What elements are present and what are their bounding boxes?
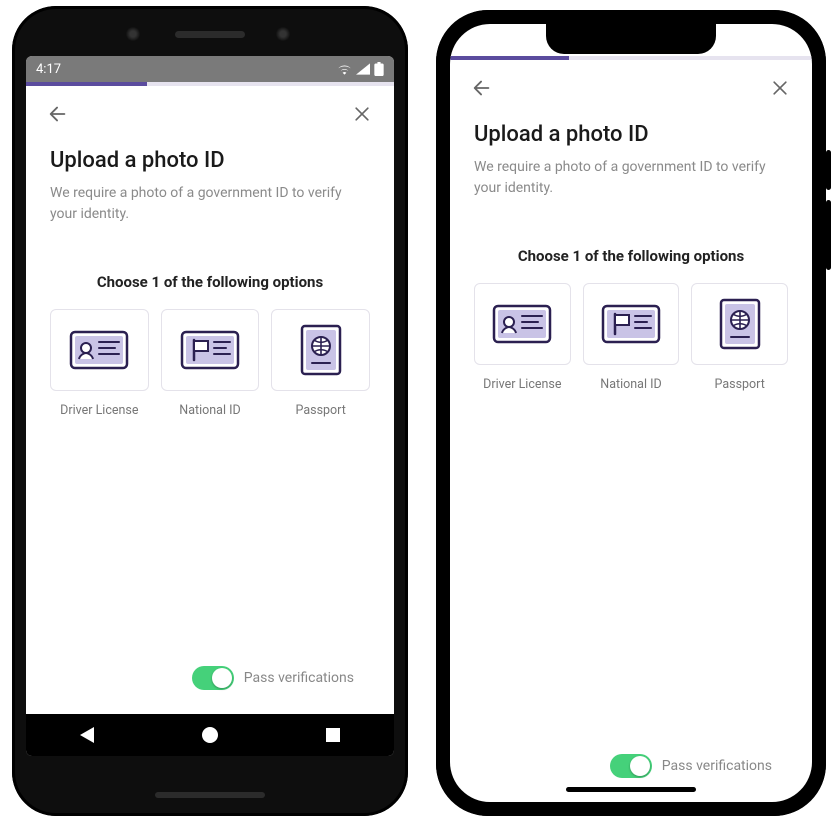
- option-passport[interactable]: Passport: [271, 309, 370, 418]
- option-national-id[interactable]: National ID: [583, 283, 680, 392]
- close-button[interactable]: [348, 100, 376, 128]
- android-device-frame: 4:17 Upload a photo ID: [12, 6, 408, 816]
- pass-verifications-toggle[interactable]: [192, 666, 234, 690]
- toggle-row: Pass verifications: [50, 646, 370, 714]
- toggle-label: Pass verifications: [662, 758, 772, 774]
- android-nav-bar: [26, 714, 394, 756]
- page-subtitle: We require a photo of a government ID to…: [50, 183, 370, 225]
- option-driver-license[interactable]: Driver License: [50, 309, 149, 418]
- id-card-icon: [492, 302, 552, 346]
- option-national-id[interactable]: National ID: [161, 309, 260, 418]
- pass-verifications-toggle[interactable]: [610, 754, 652, 778]
- option-label: Passport: [691, 377, 788, 392]
- main-content: Upload a photo ID We require a photo of …: [450, 106, 812, 802]
- status-time: 4:17: [36, 62, 61, 77]
- toggle-knob: [212, 668, 232, 688]
- camera-icon: [276, 27, 290, 41]
- passport-icon: [718, 297, 762, 351]
- option-driver-license[interactable]: Driver License: [474, 283, 571, 392]
- home-indicator[interactable]: [566, 787, 696, 792]
- section-label: Choose 1 of the following options: [474, 247, 788, 265]
- page-title: Upload a photo ID: [474, 122, 788, 147]
- speaker-grille: [175, 31, 245, 38]
- option-label: Passport: [271, 403, 370, 418]
- speaker-grille: [155, 792, 265, 798]
- toggle-label: Pass verifications: [244, 670, 354, 686]
- option-tile: [691, 283, 788, 365]
- battery-icon: [374, 62, 384, 76]
- arrow-left-icon: [471, 77, 493, 99]
- option-label: Driver License: [474, 377, 571, 392]
- back-button[interactable]: [44, 100, 72, 128]
- option-tile: [161, 309, 260, 391]
- signal-icon: [356, 63, 370, 75]
- status-bar: 4:17: [26, 56, 394, 82]
- toggle-knob: [630, 756, 650, 776]
- main-content: Upload a photo ID We require a photo of …: [26, 132, 394, 714]
- option-label: National ID: [583, 377, 680, 392]
- close-icon: [770, 78, 790, 98]
- back-button[interactable]: [468, 74, 496, 102]
- option-tile: [271, 309, 370, 391]
- id-card-icon: [69, 328, 129, 372]
- nav-recents-icon[interactable]: [326, 728, 340, 742]
- option-tile: [50, 309, 149, 391]
- close-button[interactable]: [766, 74, 794, 102]
- ios-device-frame: Upload a photo ID We require a photo of …: [436, 10, 826, 816]
- page-title: Upload a photo ID: [50, 148, 370, 173]
- flag-card-icon: [601, 302, 661, 346]
- arrow-left-icon: [47, 103, 69, 125]
- android-screen: 4:17 Upload a photo ID: [26, 56, 394, 756]
- camera-icon: [126, 27, 140, 41]
- options-row: Driver License: [50, 309, 370, 418]
- nav-home-icon[interactable]: [202, 727, 218, 743]
- side-button: [826, 150, 831, 190]
- ios-screen: Upload a photo ID We require a photo of …: [450, 24, 812, 802]
- passport-icon: [299, 323, 343, 377]
- top-bar: [450, 60, 812, 106]
- notch: [546, 24, 716, 54]
- status-icons: [337, 62, 384, 76]
- flag-card-icon: [180, 328, 240, 372]
- option-passport[interactable]: Passport: [691, 283, 788, 392]
- close-icon: [352, 104, 372, 124]
- wifi-icon: [337, 63, 352, 75]
- page-subtitle: We require a photo of a government ID to…: [474, 157, 788, 199]
- side-button: [826, 200, 831, 270]
- top-bar: [26, 86, 394, 132]
- option-tile: [474, 283, 571, 365]
- nav-back-icon[interactable]: [80, 727, 94, 743]
- option-label: National ID: [161, 403, 260, 418]
- option-label: Driver License: [50, 403, 149, 418]
- options-row: Driver License: [474, 283, 788, 392]
- section-label: Choose 1 of the following options: [50, 273, 370, 291]
- option-tile: [583, 283, 680, 365]
